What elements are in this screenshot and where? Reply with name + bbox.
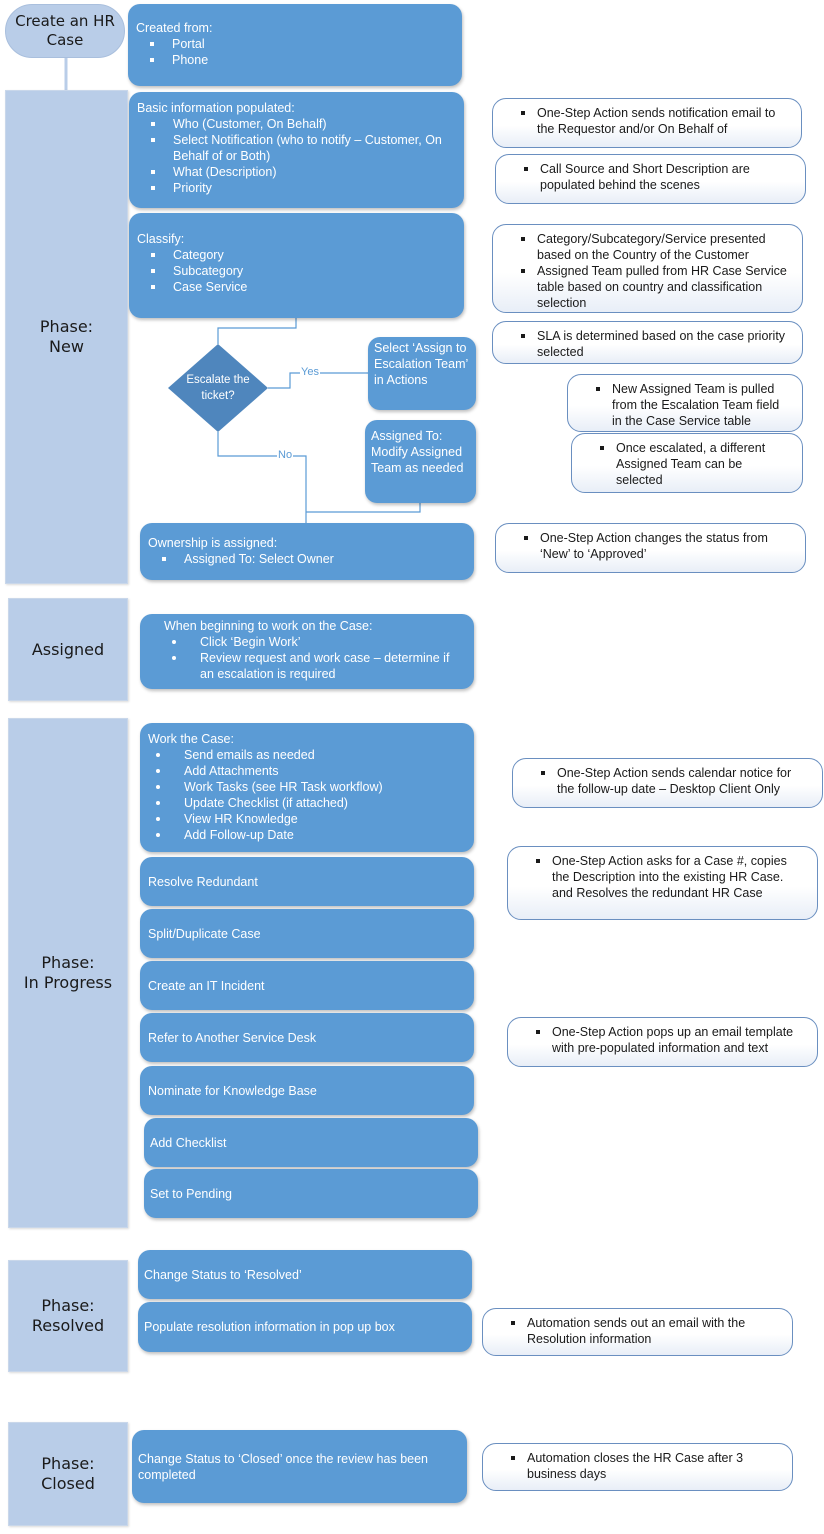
list-item: Assigned To: Select Owner	[162, 551, 466, 567]
note-text: Assigned Team pulled from HR Case Servic…	[521, 263, 792, 311]
note-text: One-Step Action pops up an email templat…	[536, 1024, 807, 1056]
step-label: Refer to Another Service Desk	[148, 1030, 317, 1045]
list-item: Select Notification (who to notify – Cus…	[151, 132, 456, 164]
step-label: Split/Duplicate Case	[148, 926, 261, 941]
step-label: Change Status to ‘Closed’ once the revie…	[138, 1451, 428, 1482]
modify-team-step: Assigned To: Modify Assigned Team as nee…	[365, 420, 476, 503]
list-item: Update Checklist (if attached)	[156, 795, 466, 811]
note-text: One-Step Action sends notification email…	[521, 105, 791, 137]
phase-in-progress-label: Phase: In Progress	[23, 953, 113, 992]
phase-closed-label: Phase: Closed	[41, 1454, 95, 1493]
phase-assigned: Assigned	[8, 598, 128, 701]
note-text: One-Step Action sends calendar notice fo…	[541, 765, 812, 797]
note-text: Once escalated, a different Assigned Tea…	[600, 440, 792, 488]
list-item: Subcategory	[151, 263, 456, 279]
list-item: Priority	[151, 180, 456, 196]
list-item: View HR Knowledge	[156, 811, 466, 827]
note-notification-email: One-Step Action sends notification email…	[492, 98, 802, 148]
change-status-resolved-step: Change Status to ‘Resolved’	[138, 1250, 472, 1299]
phase-new: Phase: New	[5, 90, 128, 584]
step-label: Resolve Redundant	[148, 874, 258, 889]
work-case-title: Work the Case:	[148, 732, 234, 746]
list-item: Portal	[150, 36, 454, 52]
note-auto-close: Automation closes the HR Case after 3 bu…	[482, 1443, 793, 1491]
phase-assigned-label: Assigned	[31, 639, 105, 659]
note-text: Automation closes the HR Case after 3 bu…	[511, 1450, 782, 1482]
phase-new-label: Phase: New	[39, 317, 94, 356]
note-text: One-Step Action asks for a Case #, copie…	[536, 853, 807, 901]
note-status-change: One-Step Action changes the status from …	[495, 523, 806, 573]
change-status-closed-step: Change Status to ‘Closed’ once the revie…	[132, 1430, 467, 1503]
note-sla: SLA is determined based on the case prio…	[492, 321, 803, 364]
resolve-redundant-step: Resolve Redundant	[140, 857, 474, 906]
populate-resolution-step: Populate resolution information in pop u…	[138, 1302, 472, 1352]
split-duplicate-step: Split/Duplicate Case	[140, 909, 474, 958]
list-item: Case Service	[151, 279, 456, 295]
list-item: Who (Customer, On Behalf)	[151, 116, 456, 132]
note-email-template: One-Step Action pops up an email templat…	[507, 1017, 818, 1067]
list-item: Work Tasks (see HR Task workflow)	[156, 779, 466, 795]
step-label: Add Checklist	[150, 1135, 227, 1150]
list-item: Add Attachments	[156, 763, 466, 779]
refer-service-desk-step: Refer to Another Service Desk	[140, 1013, 474, 1062]
list-item: Click ‘Begin Work’	[172, 634, 466, 650]
note-classification: Category/Subcategory/Service presented b…	[492, 224, 803, 313]
decision-label: Escalate the ticket?	[186, 374, 250, 402]
ownership-title: Ownership is assigned:	[148, 536, 278, 550]
note-text: One-Step Action changes the status from …	[524, 530, 795, 562]
note-calendar-notice: One-Step Action sends calendar notice fo…	[512, 758, 823, 808]
step-label: Set to Pending	[150, 1186, 233, 1201]
yes-label: Yes	[300, 366, 320, 378]
created-from-title: Created from:	[136, 21, 213, 35]
add-checklist-step: Add Checklist	[144, 1118, 478, 1167]
note-text: Automation sends out an email with the R…	[511, 1315, 782, 1347]
basic-info-title: Basic information populated:	[137, 101, 295, 115]
start-node: Create an HR Case	[5, 4, 125, 58]
classify-to-decision-connector	[217, 318, 297, 344]
no-label: No	[277, 449, 294, 461]
modify-to-owner-connector	[306, 503, 421, 513]
escalation-step: Select ‘Assign to Escalation Team’ in Ac…	[368, 337, 476, 410]
step-label: Create an IT Incident	[148, 978, 265, 993]
start-label: Create an HR Case	[15, 12, 115, 49]
note-text: New Assigned Team is pulled from the Esc…	[596, 381, 792, 429]
note-call-source: Call Source and Short Description are po…	[495, 154, 806, 204]
classify-title: Classify:	[137, 232, 185, 246]
note-resolution-email: Automation sends out an email with the R…	[482, 1308, 793, 1356]
step-label: Change Status to ‘Resolved’	[144, 1267, 302, 1282]
note-text: Category/Subcategory/Service presented b…	[521, 231, 792, 263]
list-item: Phone	[150, 52, 454, 68]
modify-team-step-text: Assigned To: Modify Assigned Team as nee…	[371, 429, 464, 475]
begin-work-step: When beginning to work on the Case: Clic…	[140, 614, 474, 689]
phase-resolved: Phase: Resolved	[8, 1260, 128, 1372]
list-item: Send emails as needed	[156, 747, 466, 763]
set-pending-step: Set to Pending	[144, 1169, 478, 1218]
no-connector	[217, 432, 307, 523]
created-from-step: Created from: Portal Phone	[128, 4, 462, 86]
create-it-incident-step: Create an IT Incident	[140, 961, 474, 1010]
list-item: Category	[151, 247, 456, 263]
work-case-step: Work the Case: Send emails as needed Add…	[140, 723, 474, 852]
ownership-step: Ownership is assigned: Assigned To: Sele…	[140, 523, 474, 580]
basic-info-step: Basic information populated: Who (Custom…	[129, 92, 464, 208]
phase-in-progress: Phase: In Progress	[8, 718, 128, 1228]
nominate-knowledge-step: Nominate for Knowledge Base	[140, 1066, 474, 1115]
note-escalated-team: Once escalated, a different Assigned Tea…	[571, 433, 803, 493]
phase-resolved-label: Phase: Resolved	[31, 1296, 105, 1335]
note-new-assigned-team: New Assigned Team is pulled from the Esc…	[567, 374, 803, 432]
escalation-step-text: Select ‘Assign to Escalation Team’ in Ac…	[374, 341, 468, 387]
begin-work-title: When beginning to work on the Case:	[164, 619, 373, 633]
step-label: Populate resolution information in pop u…	[144, 1320, 395, 1334]
phase-closed: Phase: Closed	[8, 1422, 128, 1526]
note-text: Call Source and Short Description are po…	[524, 161, 795, 193]
step-label: Nominate for Knowledge Base	[148, 1083, 317, 1098]
note-resolve-redundant: One-Step Action asks for a Case #, copie…	[507, 846, 818, 920]
list-item: Add Follow-up Date	[156, 827, 466, 843]
list-item: What (Description)	[151, 164, 456, 180]
list-item: Review request and work case – determine…	[172, 650, 466, 682]
classify-step: Classify: Category Subcategory Case Serv…	[129, 213, 464, 318]
note-text: SLA is determined based on the case prio…	[521, 328, 792, 360]
